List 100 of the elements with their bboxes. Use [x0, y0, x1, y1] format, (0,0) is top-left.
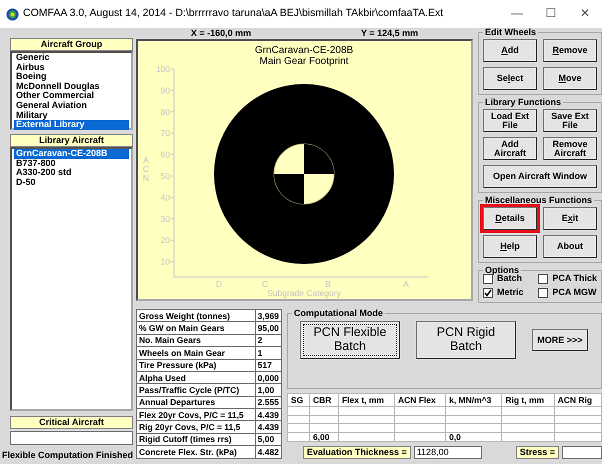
column-header: SG: [287, 394, 310, 406]
parameter-value: 517: [255, 359, 282, 372]
column-header: Rig t, mm: [502, 394, 554, 406]
parameter-value: 4.439: [255, 420, 282, 434]
parameter-label: Flex 20yr Covs, P/C = 11,5: [136, 408, 256, 421]
table-cell: 6,00: [309, 432, 338, 441]
batch-button[interactable]: PCN Rigid Batch: [416, 321, 516, 359]
button[interactable]: Exit: [543, 207, 597, 230]
button[interactable]: Add Aircraft: [483, 137, 537, 160]
button[interactable]: Load Ext File: [483, 109, 537, 132]
axis-tick-label: 60: [160, 150, 170, 160]
axis-title: A C N: [142, 155, 150, 183]
list-item[interactable]: Military: [14, 110, 129, 120]
minimize-button[interactable]: —: [500, 7, 534, 21]
list-item[interactable]: B737-800: [14, 158, 129, 168]
chart-title: GrnCaravan-CE-208B: [254, 45, 354, 56]
axis-tick-label: C: [262, 279, 268, 289]
group-title: Miscellaneous Functions: [484, 196, 594, 205]
axis-tick-label: B: [325, 279, 331, 289]
open-window-button[interactable]: Open Aircraft Window: [483, 165, 597, 188]
parameter-label: Alpha Used: [136, 371, 256, 384]
button[interactable]: Remove: [543, 39, 597, 62]
checkbox-label: PCA Thick: [552, 274, 597, 284]
parameter-label: % GW on Main Gears: [136, 322, 256, 334]
list-item[interactable]: Airbus: [14, 62, 129, 72]
axis-tick-label: A: [403, 279, 409, 289]
status-text: Flexible Computation Finished: [2, 451, 133, 461]
axis-title: Subgrade Category: [267, 288, 341, 298]
evaluation-thickness-field[interactable]: 1128,00: [414, 446, 482, 458]
window-title: COMFAA 3.0, August 14, 2014 - D:\brrrrravo taruna\aA BEJ\bismillah TAkbir\comfaaTA.Ext: [23, 8, 444, 20]
axis-tick-label: 40: [160, 192, 170, 202]
axis-tick-label: 10: [160, 256, 170, 267]
parameter-label: Rigid Cutoff (times rrs): [136, 433, 256, 446]
button[interactable]: Save Ext File: [543, 109, 597, 132]
chart-title: Main Gear Footprint: [260, 56, 348, 67]
axis-tick-label: D: [216, 279, 222, 289]
axis-tick-label: 100: [156, 64, 170, 74]
stress-field[interactable]: [562, 446, 602, 458]
maximize-button[interactable]: ☐: [534, 7, 568, 21]
field-label: Stress =: [516, 446, 559, 458]
list-item[interactable]: External Library: [14, 120, 129, 130]
parameter-value: 5,00: [255, 433, 282, 446]
column-header: ACN Rig: [554, 394, 602, 406]
list-item[interactable]: Other Commercial: [14, 91, 129, 101]
parameter-label: Concrete Flex. Str. (kPa): [136, 446, 256, 458]
axis-tick-label: 70: [160, 128, 170, 138]
list-item[interactable]: D-50: [14, 178, 129, 188]
list-item[interactable]: A330-200 std: [14, 168, 129, 178]
group-title: Computational Mode: [292, 309, 384, 318]
checkbox-label: Metric: [497, 288, 524, 298]
table-cell: 0,0: [446, 432, 502, 441]
button[interactable]: Remove Aircraft: [543, 137, 597, 160]
column-header: ACN Flex: [394, 394, 446, 406]
list-item[interactable]: McDonnell Douglas: [14, 82, 129, 92]
parameter-value: 3,969: [255, 310, 282, 322]
checkbox[interactable]: [538, 288, 548, 298]
parameter-label: Gross Weight (tonnes): [136, 310, 256, 322]
list-header: Library Aircraft: [10, 134, 133, 147]
list-item[interactable]: Generic: [14, 53, 129, 63]
list-header: Critical Aircraft: [10, 416, 133, 429]
checkbox[interactable]: [538, 274, 548, 284]
list-item[interactable]: GrnCaravan-CE-208B: [14, 149, 129, 159]
axis-tick-label: 50: [160, 171, 170, 181]
column-header: k, MN/m^3: [446, 394, 502, 406]
button[interactable]: Select: [483, 67, 537, 90]
parameter-label: Annual Departures: [136, 396, 256, 408]
list-item[interactable]: General Aviation: [14, 100, 129, 111]
parameter-value: 4.439: [255, 408, 282, 421]
button[interactable]: Help: [483, 235, 537, 258]
checkbox[interactable]: [483, 288, 493, 298]
parameter-value: 1,00: [255, 384, 282, 396]
batch-button[interactable]: PCN Flexible Batch: [300, 321, 400, 359]
parameter-label: No. Main Gears: [136, 334, 256, 347]
more-button[interactable]: MORE >>>: [532, 329, 588, 351]
button[interactable]: About: [543, 235, 597, 258]
group-title: Edit Wheels: [484, 28, 538, 37]
critical-aircraft-field[interactable]: [10, 431, 133, 445]
checkbox-label: PCA MGW: [552, 288, 596, 298]
field-label: Evaluation Thickness =: [302, 446, 411, 458]
axis-tick-label: 90: [160, 85, 170, 96]
list-header: Aircraft Group: [10, 38, 133, 51]
parameter-value: 4.482: [255, 446, 282, 458]
close-button[interactable]: ✕: [568, 7, 602, 21]
group-title: Options: [484, 266, 519, 275]
axis-tick-label: 30: [160, 214, 170, 224]
button[interactable]: Add: [483, 39, 537, 62]
parameter-value: 95,00: [255, 322, 282, 334]
x-coordinate: X = -160,0 mm: [190, 28, 252, 39]
button[interactable]: Move: [543, 67, 597, 90]
parameter-label: Rig 20yr Covs, P/C = 11,5: [136, 420, 256, 434]
parameter-label: Wheels on Main Gear: [136, 346, 256, 359]
y-coordinate: Y = 124,5 mm: [360, 28, 418, 39]
checkbox[interactable]: [483, 274, 493, 284]
parameter-value: 1: [255, 346, 282, 359]
parameter-label: Tire Pressure (kPa): [136, 359, 256, 372]
parameter-value: 2: [255, 334, 282, 347]
list-item[interactable]: Boeing: [14, 72, 129, 82]
parameter-value: 2.555: [255, 396, 282, 408]
button[interactable]: Details: [483, 207, 537, 230]
axis-tick-label: 80: [160, 106, 170, 117]
